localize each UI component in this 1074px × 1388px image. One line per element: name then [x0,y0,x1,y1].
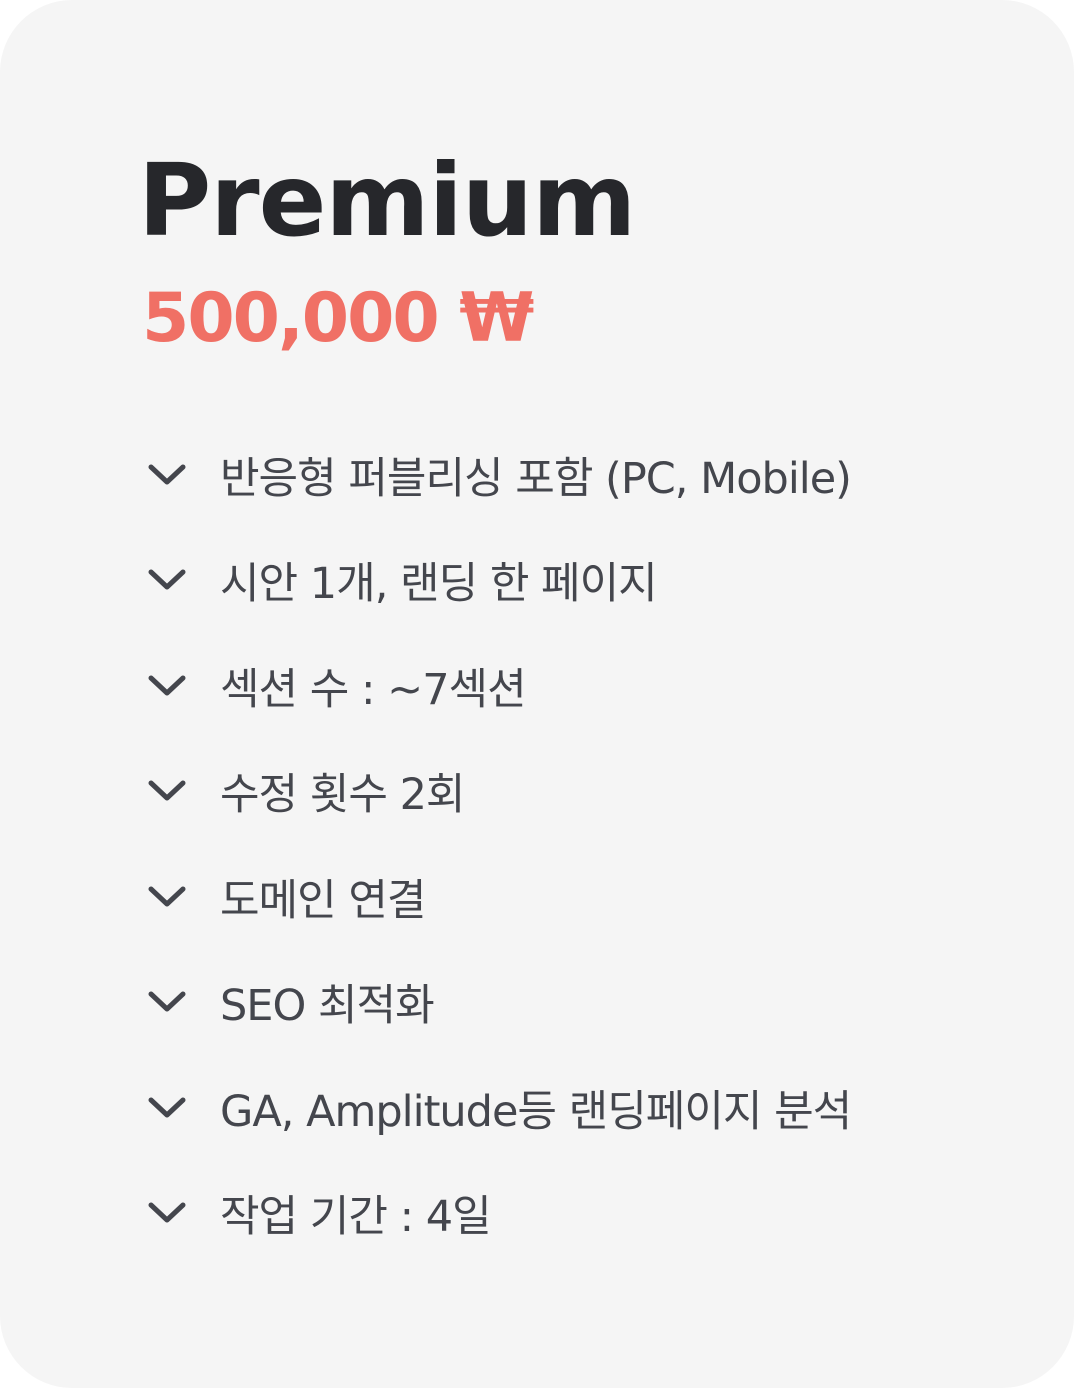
feature-text: 작업 기간 : 4일 [220,1192,492,1243]
chevron-down-icon [148,991,186,1012]
feature-text: 시안 1개, 랜딩 한 페이지 [220,559,658,610]
feature-text: 반응형 퍼블리싱 포함 (PC, Mobile) [220,453,852,504]
chevron-down-icon [148,780,186,801]
feature-item: 작업 기간 : 4일 [146,1161,851,1267]
feature-text: GA, Amplitude등 랜딩페이지 분석 [220,1086,852,1137]
feature-item: SEO 최적화 [146,950,851,1056]
feature-text: 섹션 수 : ~7섹션 [220,664,527,715]
chevron-down-icon [148,675,186,696]
feature-item: 반응형 퍼블리싱 포함 (PC, Mobile) [146,422,852,528]
plan-name: Premium [138,142,636,259]
feature-text: 수정 횟수 2회 [220,770,465,821]
feature-item: 시안 1개, 랜딩 한 페이지 [146,528,851,634]
chevron-down-icon [148,886,186,907]
feature-item: 수정 횟수 2회 [146,739,851,845]
chevron-down-icon [148,569,186,590]
chevron-down-icon [148,1097,186,1118]
chevron-down-icon [148,464,186,485]
feature-item: 섹션 수 : ~7섹션 [146,633,851,739]
feature-text: SEO 최적화 [220,981,435,1032]
feature-item: 도메인 연결 [146,844,851,950]
feature-list: 반응형 퍼블리싱 포함 (PC, Mobile) 시안 1개, 랜딩 한 페이지… [146,422,852,1267]
pricing-card: Premium 500,000 ₩ 반응형 퍼블리싱 포함 (PC, Mobil… [0,0,1074,1388]
chevron-down-icon [148,1202,186,1223]
feature-item: GA, Amplitude등 랜딩페이지 분석 [146,1055,852,1161]
feature-text: 도메인 연결 [220,875,426,926]
plan-price: 500,000 ₩ [142,279,534,358]
